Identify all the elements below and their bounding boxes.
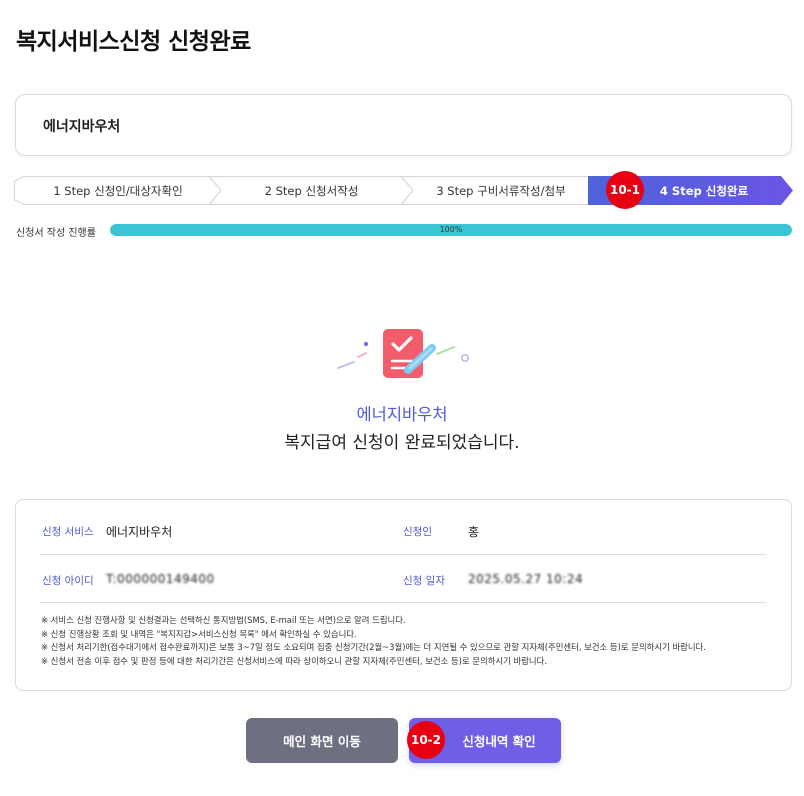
application-date-value: 2025.05.27 10:24 bbox=[468, 572, 584, 586]
notice-item: ※ 신청 진행상황 조회 및 내역은 "복지지갑>서비스신청 목록" 에서 확인… bbox=[41, 628, 357, 639]
service-label: 신청 서비스 bbox=[42, 526, 94, 538]
application-id-value: T:000000149400 bbox=[106, 572, 215, 586]
service-value: 에너지바우처 bbox=[106, 525, 173, 539]
confetti-line-1 bbox=[337, 361, 355, 369]
step-1-label: 1 Step 신청인/대상자확인 bbox=[53, 183, 183, 198]
notice-item: ※ 신청서 처리기한(접수대기에서 접수완료까지)은 보통 3~7일 정도 소요… bbox=[41, 642, 706, 652]
applicant-value: 홍 bbox=[468, 525, 480, 539]
confetti-ring bbox=[461, 354, 469, 362]
step-3-label: 3 Step 구비서류작성/첨부 bbox=[436, 183, 566, 198]
confetti-line-2 bbox=[357, 352, 367, 358]
step-3: 3 Step 구비서류작성/첨부 bbox=[401, 176, 601, 205]
step-2: 2 Step 신청서작성 bbox=[209, 176, 414, 205]
notice-list: ※ 서비스 신청 진행사항 및 신청결과는 선택하신 통지방법(SMS, E-m… bbox=[41, 614, 706, 668]
details-divider-2 bbox=[40, 602, 766, 603]
service-name: 에너지바우처 bbox=[43, 119, 121, 135]
notice-item: ※ 신청서 전송 이후 접수 및 판정 등에 대한 처리기간은 신청서비스에 따… bbox=[41, 655, 547, 666]
view-application-label: 신청내역 확인 bbox=[462, 734, 536, 749]
application-date-label: 신청 일자 bbox=[403, 575, 445, 587]
page-title: 복지서비스신청 신청완료 bbox=[16, 29, 251, 55]
annotation-badge-10-1: 10-1 bbox=[606, 171, 644, 209]
confetti-line-3 bbox=[436, 346, 455, 355]
application-details-card: 신청 서비스 에너지바우처 신청인 홍 신청 아이디 T:00000014940… bbox=[15, 499, 792, 691]
step-2-label: 2 Step 신청서작성 bbox=[264, 183, 359, 198]
details-divider-1 bbox=[40, 554, 766, 555]
step-indicator: 1 Step 신청인/대상자확인 2 Step 신청서작성 3 Step 구비서… bbox=[14, 176, 794, 205]
applicant-label: 신청인 bbox=[403, 526, 432, 538]
progress-value: 100% bbox=[439, 225, 463, 234]
confetti-dot-1 bbox=[363, 341, 369, 347]
application-complete-illustration bbox=[337, 329, 469, 378]
progress-bar: 100% bbox=[110, 224, 792, 236]
checklist-document-icon bbox=[383, 329, 423, 378]
completion-message: 복지급여 신청이 완료되었습니다. bbox=[284, 433, 520, 453]
go-main-button[interactable]: 메인 화면 이동 bbox=[246, 718, 398, 763]
progress-label: 신청서 작성 진행률 bbox=[16, 228, 96, 239]
application-id-label: 신청 아이디 bbox=[42, 575, 94, 587]
annotation-badge-10-2: 10-2 bbox=[407, 721, 445, 759]
step-4-label: 4 Step 신청완료 bbox=[659, 183, 749, 198]
step-1: 1 Step 신청인/대상자확인 bbox=[14, 176, 222, 205]
notice-item: ※ 서비스 신청 진행사항 및 신청결과는 선택하신 통지방법(SMS, E-m… bbox=[41, 615, 406, 625]
service-name-card: 에너지바우처 bbox=[15, 94, 792, 156]
completed-service-name: 에너지바우처 bbox=[356, 405, 448, 424]
